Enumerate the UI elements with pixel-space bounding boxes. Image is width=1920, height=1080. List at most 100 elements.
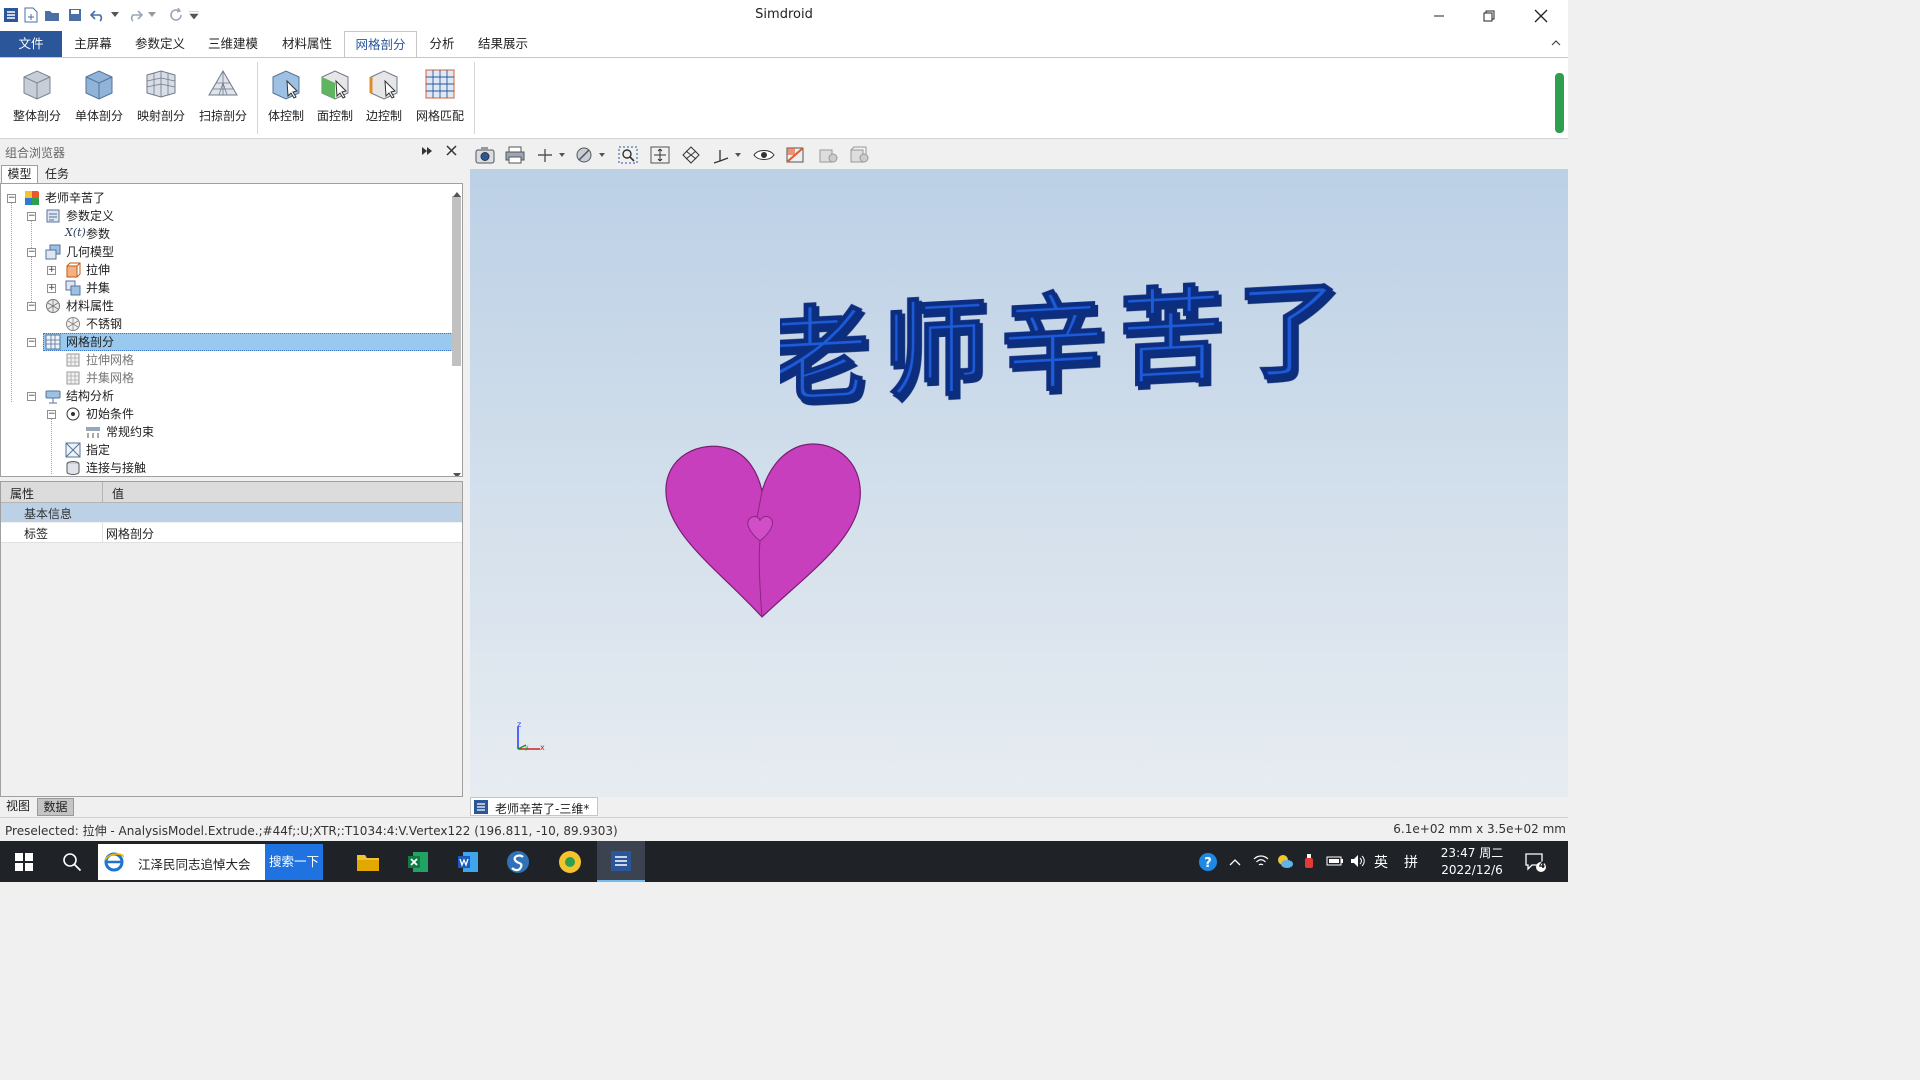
tree-node-mesh[interactable]: 网格剖分 bbox=[66, 333, 114, 351]
collapse-toggle[interactable]: − bbox=[7, 194, 16, 203]
word-icon[interactable] bbox=[444, 841, 492, 882]
mesh-match-label: 网格匹配 bbox=[415, 109, 464, 123]
camera-icon[interactable] bbox=[473, 144, 497, 166]
expand-toggle[interactable]: + bbox=[47, 266, 56, 275]
excel-icon[interactable] bbox=[394, 841, 442, 882]
sweep-mesh-button[interactable]: 扫掠剖分 bbox=[195, 64, 251, 134]
tree-node-contact[interactable]: 连接与接触 bbox=[86, 459, 146, 476]
close-panel-icon[interactable] bbox=[446, 145, 457, 159]
ribbon-scrollbar[interactable] bbox=[1555, 73, 1564, 133]
wifi-icon[interactable] bbox=[1253, 854, 1269, 871]
whole-mesh-button[interactable]: 整体剖分 bbox=[9, 64, 65, 134]
tree-node-structural[interactable]: 结构分析 bbox=[66, 387, 114, 405]
zoom-box-icon[interactable] bbox=[616, 144, 640, 166]
ime-language[interactable]: 英 bbox=[1374, 852, 1388, 872]
app-tray-icon[interactable] bbox=[1302, 853, 1316, 872]
tree-node-root[interactable]: 老师辛苦了 bbox=[45, 189, 105, 207]
tray-chevron-icon[interactable] bbox=[1229, 856, 1241, 870]
property-group-row[interactable]: 基本信息 bbox=[1, 503, 462, 522]
parameter-definition-icon bbox=[45, 208, 61, 224]
section-plane-icon[interactable] bbox=[783, 144, 807, 166]
tree-node-extrude[interactable]: 拉伸 bbox=[86, 261, 110, 279]
tree-node-union-mesh[interactable]: 并集网格 bbox=[86, 369, 134, 387]
volume-icon[interactable] bbox=[1350, 854, 1366, 871]
light-box-icon[interactable] bbox=[816, 144, 840, 166]
simdroid-taskbar-icon[interactable] bbox=[597, 841, 645, 882]
tree-node-initial-cond[interactable]: 初始条件 bbox=[86, 405, 134, 423]
restore-button[interactable] bbox=[1464, 0, 1514, 31]
scroll-down-icon[interactable] bbox=[453, 468, 461, 476]
collapse-toggle[interactable]: − bbox=[27, 338, 36, 347]
windows-start-icon[interactable] bbox=[0, 841, 48, 882]
app-s-icon[interactable] bbox=[494, 841, 542, 882]
mapped-mesh-button[interactable]: 映射剖分 bbox=[133, 64, 189, 134]
heart-model[interactable] bbox=[660, 441, 865, 627]
tree-node-assign[interactable]: 指定 bbox=[86, 441, 110, 459]
view-orientation-dropdown-icon[interactable] bbox=[710, 144, 742, 166]
collapse-ribbon-icon[interactable] bbox=[1550, 37, 1562, 51]
collapse-toggle[interactable]: − bbox=[27, 392, 36, 401]
expand-toggle[interactable]: + bbox=[47, 284, 56, 293]
property-row[interactable]: 标签 网格剖分 bbox=[1, 523, 462, 543]
tree-node-constraint[interactable]: 常规约束 bbox=[106, 423, 154, 441]
visibility-eye-icon[interactable] bbox=[752, 144, 776, 166]
tab-results[interactable]: 结果展示 bbox=[470, 31, 536, 57]
app-yellow-icon[interactable] bbox=[546, 841, 594, 882]
mesh-match-button[interactable]: 网格匹配 bbox=[412, 64, 468, 134]
battery-icon[interactable] bbox=[1326, 855, 1344, 870]
print-icon[interactable] bbox=[503, 144, 527, 166]
mesh-item-icon bbox=[65, 370, 81, 386]
tree-node-geometry[interactable]: 几何模型 bbox=[66, 243, 114, 261]
dock-panel-icon[interactable] bbox=[421, 145, 433, 160]
fit-all-icon[interactable] bbox=[648, 144, 672, 166]
tab-model[interactable]: 模型 bbox=[1, 165, 38, 183]
tab-task[interactable]: 任务 bbox=[40, 165, 74, 183]
tab-params[interactable]: 参数定义 bbox=[127, 31, 193, 57]
tree-node-param[interactable]: 参数 bbox=[86, 225, 110, 243]
ime-mode[interactable]: 拼 bbox=[1404, 852, 1418, 872]
collapse-toggle[interactable]: − bbox=[47, 410, 56, 419]
tab-material[interactable]: 材料属性 bbox=[274, 31, 340, 57]
single-mesh-button[interactable]: 单体剖分 bbox=[71, 64, 127, 134]
document-tab[interactable]: 老师辛苦了-三维* bbox=[470, 797, 598, 816]
tree-node-extrude-mesh[interactable]: 拉伸网格 bbox=[86, 351, 134, 369]
clock[interactable]: 23:47 周二 2022/12/6 bbox=[1436, 844, 1508, 877]
file-explorer-icon[interactable] bbox=[344, 841, 392, 882]
minimize-button[interactable] bbox=[1414, 0, 1464, 31]
svg-text:?: ? bbox=[1204, 856, 1212, 871]
light-box-alt-icon[interactable] bbox=[847, 144, 871, 166]
tab-mesh[interactable]: 网格剖分 bbox=[344, 31, 417, 57]
prop-label-value[interactable]: 网格剖分 bbox=[106, 525, 154, 542]
tree-node-material[interactable]: 材料属性 bbox=[66, 297, 114, 315]
search-icon[interactable] bbox=[48, 841, 96, 882]
face-control-button[interactable]: 面控制 bbox=[307, 64, 363, 134]
3d-text-label[interactable]: 老师辛苦了 bbox=[780, 279, 1340, 419]
tab-file[interactable]: 文件 bbox=[0, 31, 62, 57]
tab-modeling[interactable]: 三维建模 bbox=[200, 31, 266, 57]
axes-dropdown-icon[interactable] bbox=[534, 144, 566, 166]
tree-node-param-def[interactable]: 参数定义 bbox=[66, 207, 114, 225]
body-control-icon bbox=[269, 67, 303, 101]
edge-control-button[interactable]: 边控制 bbox=[356, 64, 412, 134]
close-button[interactable] bbox=[1516, 0, 1566, 31]
tree-scrollbar-thumb[interactable] bbox=[452, 196, 461, 366]
help-icon[interactable]: ? bbox=[1198, 852, 1218, 875]
tab-analysis[interactable]: 分析 bbox=[422, 31, 462, 57]
taskbar-search-button[interactable]: 搜索一下 bbox=[265, 844, 323, 880]
text3d-svg: 老师辛苦了 bbox=[780, 279, 1340, 419]
weather-icon[interactable] bbox=[1276, 853, 1294, 872]
display-style-dropdown-icon[interactable] bbox=[574, 144, 606, 166]
fit-selection-icon[interactable] bbox=[679, 144, 703, 166]
tab-view[interactable]: 视图 bbox=[2, 798, 34, 816]
tree-node-union[interactable]: 并集 bbox=[86, 279, 110, 297]
tab-home[interactable]: 主屏幕 bbox=[66, 31, 120, 57]
taskbar-search-box[interactable]: 江泽民同志追悼大会 bbox=[98, 844, 265, 880]
tree-node-stainless[interactable]: 不锈钢 bbox=[86, 315, 122, 333]
collapse-toggle[interactable]: − bbox=[27, 212, 36, 221]
collapse-toggle[interactable]: − bbox=[27, 248, 36, 257]
3d-viewport[interactable]: 老师辛苦了 z x y bbox=[470, 169, 1568, 797]
body-control-button[interactable]: 体控制 bbox=[258, 64, 314, 134]
tab-data[interactable]: 数据 bbox=[37, 798, 74, 816]
collapse-toggle[interactable]: − bbox=[27, 302, 36, 311]
scroll-up-icon[interactable] bbox=[453, 186, 461, 200]
